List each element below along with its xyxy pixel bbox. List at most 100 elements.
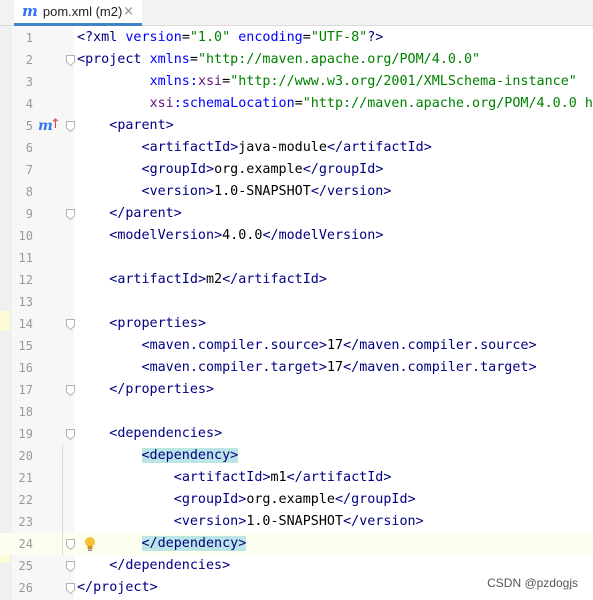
code-text: </properties>	[77, 379, 214, 401]
line-number[interactable]: 21	[12, 467, 33, 489]
code-token: version	[181, 514, 239, 529]
fold-marker-icon[interactable]	[66, 539, 75, 550]
code-token: >	[375, 162, 384, 177]
code-token: >	[318, 360, 327, 375]
code-token: 1.0-SNAPSHOT	[246, 514, 344, 529]
code-token: >	[383, 184, 392, 199]
fold-marker-icon[interactable]	[66, 121, 75, 132]
code-line[interactable]: 19 <dependencies>	[0, 423, 593, 445]
line-number[interactable]: 14	[12, 313, 33, 335]
line-number[interactable]: 1	[12, 27, 33, 49]
line-number[interactable]: 9	[12, 203, 33, 225]
code-line[interactable]: 10 <modelVersion>4.0.0</modelVersion>	[0, 225, 593, 247]
navigate-up-arrow-icon[interactable]: ↑	[50, 117, 61, 133]
code-line[interactable]: 24 </dependency>	[0, 533, 593, 555]
code-line[interactable]: 23 <version>1.0-SNAPSHOT</version>	[0, 511, 593, 533]
code-token: encoding	[238, 30, 303, 45]
code-line[interactable]: 15 <maven.compiler.source>17</maven.comp…	[0, 335, 593, 357]
line-number[interactable]: 2	[12, 49, 33, 71]
code-editor[interactable]: 1 <?xml version="1.0" encoding="UTF-8"?> 2…	[0, 27, 593, 599]
code-line[interactable]: 2 <project xmlns="http://maven.apache.org…	[0, 49, 593, 71]
line-number[interactable]: 22	[12, 489, 33, 511]
line-number[interactable]: 7	[12, 159, 33, 181]
code-line[interactable]: 16 <maven.compiler.target>17</maven.comp…	[0, 357, 593, 379]
code-line[interactable]: 17 </properties>	[0, 379, 593, 401]
tab-pom-xml[interactable]: m pom.xml (m2) ×	[14, 0, 142, 26]
code-line[interactable]: 20 <dependency>	[0, 445, 593, 467]
line-number[interactable]: 20	[12, 445, 33, 467]
code-token: maven.compiler.source	[149, 338, 319, 353]
line-number[interactable]: 16	[12, 357, 33, 379]
code-line[interactable]: 8 <version>1.0-SNAPSHOT</version>	[0, 181, 593, 203]
code-line[interactable]: 7 <groupId>org.example</groupId>	[0, 159, 593, 181]
code-token: :	[173, 96, 182, 111]
code-token: </	[286, 470, 303, 485]
close-icon[interactable]: ×	[123, 4, 134, 19]
code-token: </	[335, 492, 352, 507]
line-number[interactable]: 4	[12, 93, 33, 115]
code-token: java-module	[238, 140, 327, 155]
code-text: </parent>	[77, 203, 182, 225]
code-line[interactable]: 13	[0, 291, 593, 313]
line-number[interactable]: 25	[12, 555, 33, 577]
line-number[interactable]: 5	[12, 115, 33, 137]
code-token: >	[423, 140, 432, 155]
line-number[interactable]: 23	[12, 511, 33, 533]
code-line[interactable]: 3 xmlns:xsi="http://www.w3.org/2001/XMLS…	[0, 71, 593, 93]
code-line[interactable]: 4 xsi:schemaLocation="http://maven.apach…	[0, 93, 593, 115]
code-line[interactable]: 21 <artifactId>m1</artifactId>	[0, 467, 593, 489]
code-line[interactable]: 1 <?xml version="1.0" encoding="UTF-8"?>	[0, 27, 593, 49]
line-number[interactable]: 24	[12, 533, 33, 555]
line-number[interactable]: 10	[12, 225, 33, 247]
editor-tab-bar: m pom.xml (m2) ×	[0, 0, 593, 26]
line-number[interactable]: 17	[12, 379, 33, 401]
code-token: "http://maven.apache.org/POM/4.0.0"	[197, 52, 481, 67]
line-number[interactable]: 12	[12, 269, 33, 291]
line-number[interactable]: 26	[12, 577, 33, 599]
code-line[interactable]: 12 <artifactId>m2</artifactId>	[0, 269, 593, 291]
code-line[interactable]: 5 m ↑ <parent>	[0, 115, 593, 137]
code-token: =	[302, 30, 311, 45]
line-number[interactable]: 3	[12, 71, 33, 93]
code-line[interactable]: 14 <properties>	[0, 313, 593, 335]
code-token: >	[375, 228, 384, 243]
code-token: <dependency>	[141, 448, 239, 463]
line-number[interactable]: 19	[12, 423, 33, 445]
code-token: dependencies	[117, 426, 215, 441]
code-line[interactable]: 11	[0, 247, 593, 269]
line-number[interactable]: 15	[12, 335, 33, 357]
line-number[interactable]: 8	[12, 181, 33, 203]
code-token: </	[343, 338, 360, 353]
code-line[interactable]: 18	[0, 401, 593, 423]
fold-marker-icon[interactable]	[66, 583, 75, 594]
code-token: <	[173, 470, 182, 485]
code-text: xmlns:xsi="http://www.w3.org/2001/XMLSch…	[77, 71, 577, 93]
line-number[interactable]: 6	[12, 137, 33, 159]
code-text: <artifactId>m2</artifactId>	[77, 269, 327, 291]
fold-marker-icon[interactable]	[66, 319, 75, 330]
fold-marker-icon[interactable]	[66, 385, 75, 396]
watermark: CSDN @pzdogjs	[487, 576, 578, 590]
fold-marker-icon[interactable]	[66, 209, 75, 220]
code-token: schemaLocation	[181, 96, 295, 111]
code-line[interactable]: 9 </parent>	[0, 203, 593, 225]
fold-marker-icon[interactable]	[66, 429, 75, 440]
code-text: <modelVersion>4.0.0</modelVersion>	[77, 225, 383, 247]
code-line[interactable]: 25 </dependencies>	[0, 555, 593, 577]
code-line[interactable]: 22 <groupId>org.example</groupId>	[0, 489, 593, 511]
code-text: <maven.compiler.source>17</maven.compile…	[77, 335, 537, 357]
code-token: maven.compiler.target	[149, 360, 319, 375]
code-token: "http://www.w3.org/2001/XMLSchema-instan…	[230, 74, 577, 89]
line-number[interactable]: 18	[12, 401, 33, 423]
code-token: "1.0"	[189, 30, 231, 45]
line-number[interactable]: 11	[12, 247, 33, 269]
code-line[interactable]: 6 <artifactId>java-module</artifactId>	[0, 137, 593, 159]
fold-marker-icon[interactable]	[66, 561, 75, 572]
fold-marker-icon[interactable]	[66, 55, 75, 66]
line-number[interactable]: 13	[12, 291, 33, 313]
